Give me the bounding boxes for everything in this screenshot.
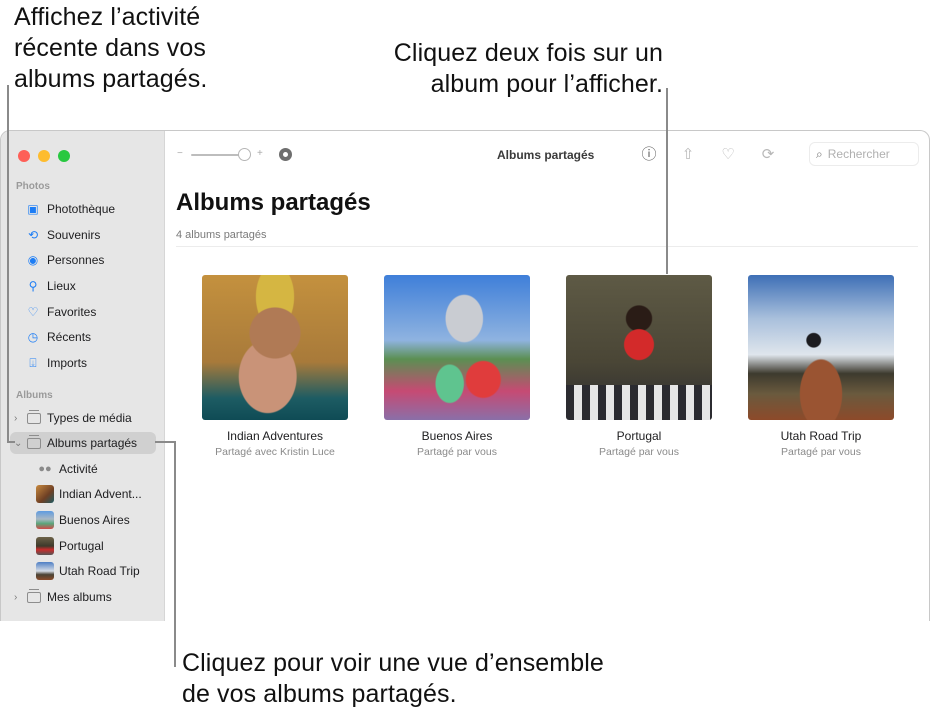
zoom-in-icon[interactable]: +: [257, 148, 263, 159]
window-title: Albums partagés: [497, 148, 595, 162]
sidebar-item-label: Personnes: [47, 253, 105, 267]
album-cover[interactable]: [748, 275, 894, 420]
callout-line: [7, 85, 9, 443]
album-card[interactable]: Indian Adventures Partagé avec Kristin L…: [202, 275, 348, 458]
zoom-out-icon[interactable]: −: [177, 148, 183, 159]
import-icon: ⍗: [29, 355, 37, 370]
create-memory-button[interactable]: [279, 148, 292, 161]
sidebar-item-label: Utah Road Trip: [59, 564, 140, 578]
album-subtitle: Partagé par vous: [417, 446, 497, 458]
main-content: Albums partagés 4 albums partagés Indian…: [165, 179, 929, 621]
sidebar-item-people[interactable]: ◉ Personnes: [1, 249, 164, 271]
section-albums-label: Albums: [16, 390, 53, 401]
heart-icon[interactable]: ♡: [718, 145, 738, 165]
zoom-button[interactable]: [58, 150, 70, 162]
chevron-right-icon[interactable]: ›: [14, 413, 24, 424]
sidebar-item-library[interactable]: ▣ Photothèque: [1, 198, 164, 220]
close-button[interactable]: [18, 150, 30, 162]
callout-line: [7, 441, 15, 443]
sidebar-item-label: Activité: [59, 462, 98, 476]
sidebar-item-label: Mes albums: [47, 590, 112, 604]
sidebar-item-label: Buenos Aires: [59, 513, 130, 527]
search-input[interactable]: ⌕ Rechercher: [809, 142, 919, 166]
sidebar-item-favorites[interactable]: ♡ Favorites: [1, 301, 164, 323]
sidebar-item-label: Albums partagés: [47, 436, 138, 450]
sidebar-item-label: Portugal: [59, 539, 104, 553]
toolbar: − + Albums partagés ⓘ ⇧ ♡ ⟳ ⌕ Rechercher: [165, 131, 929, 179]
sidebar-item-portugal[interactable]: Portugal: [1, 535, 164, 557]
sidebar-item-label: Souvenirs: [47, 228, 101, 242]
album-subtitle: Partagé par vous: [599, 446, 679, 458]
sidebar: Photos ▣ Photothèque ⟲ Souvenirs ◉ Perso…: [1, 131, 165, 621]
album-name: Portugal: [616, 429, 662, 443]
album-name: Buenos Aires: [421, 429, 493, 443]
heart-icon: ♡: [27, 305, 39, 319]
callout-line: [174, 441, 176, 667]
album-thumbnail: [36, 511, 54, 529]
album-name: Utah Road Trip: [780, 429, 862, 443]
sidebar-item-label: Indian Advent...: [59, 487, 142, 501]
callout-line: [666, 88, 668, 274]
album-cover[interactable]: [566, 275, 712, 420]
sidebar-item-label: Lieux: [47, 279, 76, 293]
search-placeholder: Rechercher: [827, 147, 890, 161]
sidebar-item-indian-adventures[interactable]: Indian Advent...: [1, 483, 164, 505]
sidebar-item-label: Imports: [47, 356, 88, 370]
callout-activity: Affichez l’activité récente dans vos alb…: [14, 3, 208, 93]
sidebar-item-label: Récents: [47, 330, 92, 344]
sidebar-item-imports[interactable]: ⍗ Imports: [1, 352, 164, 374]
sidebar-item-label: Favorites: [47, 305, 97, 319]
callout-overview: Cliquez pour voir une vue d’ensemble de …: [182, 649, 604, 708]
sidebar-item-buenos-aires[interactable]: Buenos Aires: [1, 509, 164, 531]
sidebar-item-shared-albums[interactable]: ⌄ Albums partagés: [10, 432, 156, 454]
album-cover[interactable]: [384, 275, 530, 420]
callout-line: [155, 441, 176, 443]
places-icon: ⚲: [28, 279, 38, 293]
album-card[interactable]: Utah Road Trip Partagé par vous: [748, 275, 894, 458]
sidebar-item-recents[interactable]: ◷ Récents: [1, 326, 164, 348]
photo-library-icon: ▣: [27, 202, 39, 216]
sidebar-item-places[interactable]: ⚲ Lieux: [1, 275, 164, 297]
sidebar-item-media-types[interactable]: › Types de média: [1, 407, 164, 429]
album-folder-icon: [27, 409, 41, 424]
sidebar-item-activity[interactable]: ●● Activité: [1, 458, 164, 480]
album-thumbnail: [36, 537, 54, 555]
album-card[interactable]: Portugal Partagé par vous: [566, 275, 712, 458]
share-icon[interactable]: ⇧: [678, 145, 698, 165]
divider: [176, 246, 918, 247]
info-icon[interactable]: ⓘ: [639, 145, 659, 165]
sidebar-item-label: Types de média: [47, 411, 132, 425]
sidebar-item-utah-road-trip[interactable]: Utah Road Trip: [1, 560, 164, 582]
album-subtitle: Partagé avec Kristin Luce: [215, 446, 335, 458]
zoom-slider-knob[interactable]: [238, 148, 251, 161]
sidebar-item-label: Photothèque: [47, 202, 116, 216]
people-icon: ◉: [27, 253, 39, 267]
people-activity-icon: ●●: [38, 463, 52, 475]
shared-album-folder-icon: [27, 434, 41, 449]
album-thumbnail: [36, 485, 54, 503]
chevron-down-icon[interactable]: ⌄: [14, 438, 24, 449]
clock-icon: ◷: [27, 330, 39, 344]
album-name: Indian Adventures: [226, 429, 324, 443]
section-photos-label: Photos: [16, 181, 50, 192]
album-count: 4 albums partagés: [176, 229, 267, 241]
callout-double-click: Cliquez deux fois sur un album pour l’af…: [393, 39, 663, 98]
album-subtitle: Partagé par vous: [781, 446, 861, 458]
album-folder-icon: [27, 588, 41, 603]
zoom-slider-track[interactable]: [191, 154, 241, 156]
album-card[interactable]: Buenos Aires Partagé par vous: [384, 275, 530, 458]
rotate-icon[interactable]: ⟳: [758, 145, 778, 165]
sidebar-item-memories[interactable]: ⟲ Souvenirs: [1, 224, 164, 246]
chevron-right-icon[interactable]: ›: [14, 592, 24, 603]
search-icon: ⌕: [816, 146, 823, 161]
minimize-button[interactable]: [38, 150, 50, 162]
sidebar-item-my-albums[interactable]: › Mes albums: [1, 586, 164, 608]
album-thumbnail: [36, 562, 54, 580]
album-cover[interactable]: [202, 275, 348, 420]
photos-window: Photos ▣ Photothèque ⟲ Souvenirs ◉ Perso…: [0, 130, 930, 621]
memories-icon: ⟲: [27, 228, 39, 242]
page-title: Albums partagés: [176, 189, 371, 216]
